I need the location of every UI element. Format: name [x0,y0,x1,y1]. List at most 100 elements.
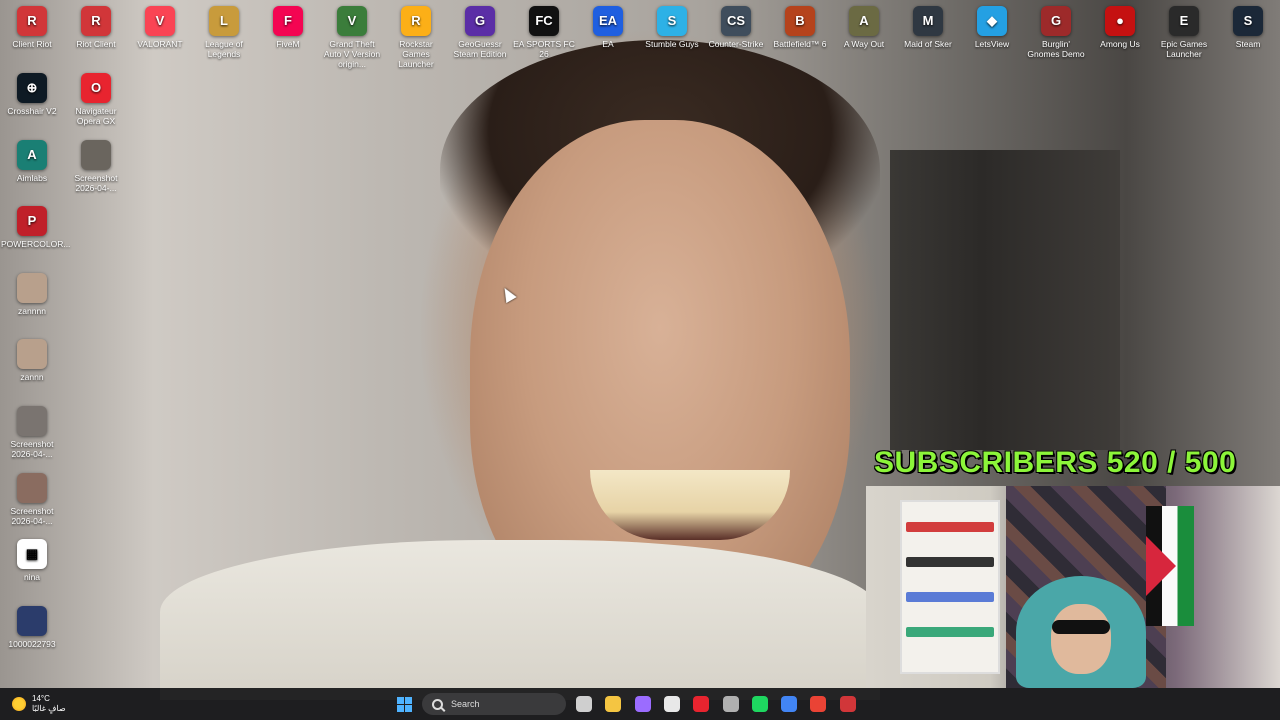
app-icon [17,339,47,370]
microsoft-store-icon[interactable] [663,696,680,712]
desktop-icon-label: Riot Client [76,39,116,49]
desktop-icon[interactable]: O Navigateur Opera GX [65,73,127,126]
webcam-flag [1146,506,1194,626]
desktop-icon[interactable]: EA EA [577,6,639,49]
desktop-icon[interactable]: G GeoGuessr Steam Edition [449,6,511,59]
desktop-icon[interactable]: FC EA SPORTS FC 26 [513,6,575,59]
taskbar-search-box[interactable]: Search [422,693,566,715]
app-icon: EA [593,6,623,36]
taskbar: 14°C صافٍ غالبًا Search [0,688,1280,720]
app-icon: O [81,73,111,103]
desktop-icon[interactable]: S Stumble Guys [641,6,703,49]
desktop-icon-label: Screenshot 2026-04-... [10,505,54,526]
weather-description: صافٍ غالبًا [32,704,66,713]
file-explorer-icon[interactable] [605,696,622,712]
riot-client-icon[interactable] [839,696,856,712]
chrome-icon[interactable] [781,696,798,712]
desktop-icon-label: nina [23,572,41,583]
search-placeholder: Search [451,699,480,709]
opera-gx-icon[interactable] [693,696,710,712]
app-icon: V [145,6,175,36]
desktop-icon[interactable]: ⊕ Crosshair V2 [1,73,63,116]
desktop-icon[interactable]: zannn [1,339,63,382]
app-icon [17,605,47,636]
app-icon: R [17,6,47,36]
desktop-icon[interactable]: G Burglin' Gnomes Demo [1025,6,1087,59]
desktop-icon-label: Stumble Guys [645,39,699,49]
desktop-icon[interactable]: F FiveM [257,6,319,49]
start-button-windows-icon[interactable] [397,697,412,712]
task-view-icon[interactable] [576,696,592,712]
desktop-icon[interactable]: ● Among Us [1089,6,1151,49]
app-icon: ◆ [977,6,1007,36]
desktop-icon[interactable]: CS Counter-Strike [705,6,767,49]
app-icon: R [81,6,111,36]
desktop-icon[interactable]: A A Way Out [833,6,895,49]
desktop-icon-label: Counter-Strike [708,39,764,49]
desktop-icon[interactable]: V Grand Theft Auto V Version origin... [321,6,383,69]
desktop-icon[interactable]: Screenshot 2026-04-... [1,472,63,526]
desktop-icon-label: zannnn [18,305,46,316]
spotify-icon[interactable] [751,696,768,712]
desktop-icon[interactable]: S Steam [1217,6,1279,49]
wallpaper-background-door [890,150,1120,450]
desktop-icon[interactable]: ▦ nina [1,539,63,582]
subscribers-counter: SUBSCRIBERS 520 / 500 [874,446,1237,479]
app-icon: S [657,6,687,36]
desktop-icon[interactable]: P POWERCOLOR... [1,206,70,249]
app-icon [17,272,47,303]
desktop-icon-label: Grand Theft Auto V Version origin... [323,39,381,69]
desktop-icon[interactable]: V VALORANT [129,6,191,49]
desktop-icon[interactable]: B Battlefield™ 6 [769,6,831,49]
desktop-icon[interactable]: L League of Legends [193,6,255,59]
desktop-icon-label: Maid of Sker [904,39,952,49]
desktop-icon-label: Burglin' Gnomes Demo [1027,39,1085,59]
desktop-icon-label: 1000022793 [8,638,56,649]
desktop-icon[interactable]: ◆ LetsView [961,6,1023,49]
desktop-icon-label: Rockstar Games Launcher [398,39,434,69]
desktop-icon-label: League of Legends [205,39,243,59]
copilot-icon[interactable] [634,696,651,712]
desktop-icon[interactable]: E Epic Games Launcher [1153,6,1215,59]
desktop-icon-label: EA [602,39,614,49]
desktop-icon[interactable]: M Maid of Sker [897,6,959,49]
app-icon: E [1169,6,1199,36]
desktop-icon-label: Among Us [1100,39,1140,49]
desktop-icon-label: A Way Out [843,39,885,49]
weather-temperature: 14°C [32,694,50,703]
app-icon: G [1041,6,1071,36]
desktop-icon[interactable]: R Client Riot [1,6,63,49]
desktop-icon[interactable]: 1000022793 [1,605,63,649]
desktop-icon-label: zannn [20,372,44,383]
desktop-icon-label: Epic Games Launcher [1160,39,1208,59]
desktop-icon[interactable]: Screenshot 2026-04-... [1,406,63,459]
app-icon: G [465,6,495,36]
app-icon: L [209,6,239,36]
app-icon: CS [721,6,751,36]
app-icon: ● [1105,6,1135,36]
desktop-icon[interactable]: R Riot Client [65,6,127,49]
desktop-icon-label: Aimlabs [16,172,48,183]
desktop-icon[interactable]: A Aimlabs [1,139,63,183]
app-icon: FC [529,6,559,36]
weather-sun-icon [12,697,26,711]
app-icon: P [17,206,47,237]
settings-icon[interactable] [722,696,739,712]
webcam-shelf [900,500,1000,674]
app-icon: M [913,6,943,36]
desktop-icon[interactable]: Screenshot 2026-04-... [65,139,127,193]
search-icon [432,698,443,710]
desktop-icon[interactable]: R Rockstar Games Launcher [385,6,447,69]
weather-widget[interactable]: 14°C صافٍ غالبًا [12,694,66,714]
desktop-icon-label: Client Riot [12,39,52,49]
chrome-profile-icon[interactable] [810,696,827,712]
app-icon: A [849,6,879,36]
app-icon [17,406,47,436]
desktop-icon-label: EA SPORTS FC 26 [513,39,575,59]
desktop-icon-label: FiveM [276,39,300,49]
webcam-streamer [1016,576,1146,688]
desktop-icon[interactable]: zannnn [1,272,63,316]
desktop-icon-label: GeoGuessr Steam Edition [453,39,507,59]
app-icon: R [401,6,431,36]
app-icon: B [785,6,815,36]
